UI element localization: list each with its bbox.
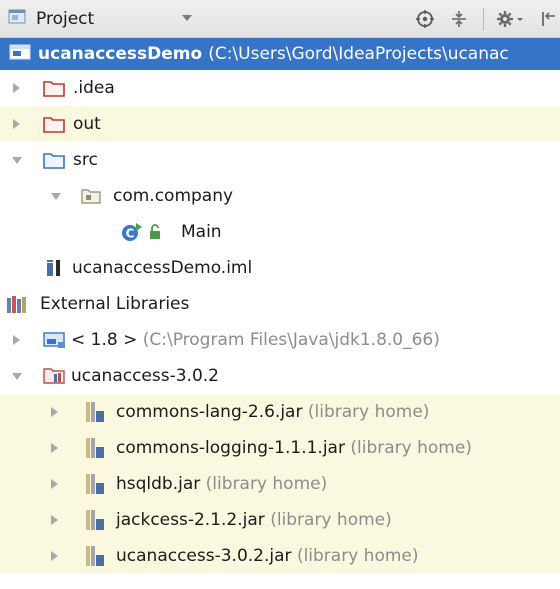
tree-node-label: ucanaccess-3.0.2: [71, 366, 219, 386]
tree-node-label: src: [73, 150, 98, 170]
libraries-icon: [6, 294, 32, 314]
module-icon: [9, 44, 31, 65]
jar-icon: [85, 473, 109, 495]
tree-node-label: Main: [181, 222, 222, 242]
tree-node-suffix: (C:\Program Files\Java\jdk1.8.0_66): [142, 330, 440, 350]
tree-node-main[interactable]: C Main: [0, 214, 560, 250]
project-tree: .idea out src com.company C Main ucanacc…: [0, 70, 560, 574]
hide-panel-icon[interactable]: [536, 7, 560, 31]
jar-icon: [85, 545, 109, 567]
expand-arrow-icon[interactable]: [51, 443, 58, 453]
tree-node-label: jackcess-2.1.2.jar: [116, 510, 265, 530]
tree-node-label: .idea: [73, 78, 115, 98]
folder-icon: [43, 115, 65, 133]
library-icon: [43, 367, 67, 385]
tree-node-label-group: commons-lang-2.6.jar (library home): [116, 402, 429, 422]
expand-arrow-icon[interactable]: [51, 515, 58, 525]
expand-arrow-icon[interactable]: [51, 407, 58, 417]
module-name: ucanaccessDemo: [38, 44, 203, 64]
collapse-arrow-icon[interactable]: [51, 192, 61, 200]
collapse-arrow-icon[interactable]: [12, 156, 22, 164]
jdk-icon: [43, 331, 67, 349]
tree-node-label: External Libraries: [40, 294, 190, 314]
tree-node-label-group: ucanaccess-3.0.2.jar (library home): [116, 546, 419, 566]
expand-arrow-icon[interactable]: [51, 479, 58, 489]
tree-node-jar[interactable]: hsqldb.jar (library home): [0, 466, 560, 502]
tree-node-idea[interactable]: .idea: [0, 70, 560, 106]
expand-arrow-icon[interactable]: [13, 119, 20, 129]
tree-node-suffix: (library home): [205, 474, 328, 494]
iml-file-icon: [46, 259, 66, 277]
tree-node-external-libraries[interactable]: External Libraries: [0, 286, 560, 322]
collapse-arrow-icon[interactable]: [12, 372, 22, 380]
source-folder-icon: [43, 151, 65, 169]
tree-node-jar[interactable]: commons-lang-2.6.jar (library home): [0, 394, 560, 430]
tree-node-label: out: [73, 114, 101, 134]
tree-node-label: ucanaccess-3.0.2.jar: [116, 546, 292, 566]
tree-node-label-group: jackcess-2.1.2.jar (library home): [116, 510, 392, 530]
tree-node-jar[interactable]: commons-logging-1.1.1.jar (library home): [0, 430, 560, 466]
tree-node-label: commons-lang-2.6.jar: [116, 402, 303, 422]
tree-node-iml[interactable]: ucanaccessDemo.iml: [0, 250, 560, 286]
expand-arrow-icon[interactable]: [51, 551, 58, 561]
tree-node-out[interactable]: out: [0, 106, 560, 142]
tree-node-suffix: (library home): [296, 546, 419, 566]
expand-arrow-icon[interactable]: [13, 335, 20, 345]
jar-icon: [85, 437, 109, 459]
tree-node-jar[interactable]: jackcess-2.1.2.jar (library home): [0, 502, 560, 538]
package-icon: [81, 188, 101, 204]
toolbar-separator: [483, 8, 484, 30]
tree-node-ucanaccess-library[interactable]: ucanaccess-3.0.2: [0, 358, 560, 394]
tree-node-label-group: commons-logging-1.1.1.jar (library home): [116, 438, 472, 458]
module-path: (C:\Users\Gord\IdeaProjects\ucanac: [208, 44, 509, 64]
settings-icon[interactable]: [494, 7, 526, 31]
tree-node-src[interactable]: src: [0, 142, 560, 178]
project-toolbar: Project: [0, 0, 560, 38]
collapse-all-icon[interactable]: [447, 7, 471, 31]
jar-icon: [85, 401, 109, 423]
tree-node-suffix: (library home): [350, 438, 472, 458]
tree-node-label: hsqldb.jar: [116, 474, 201, 494]
tree-node-jar[interactable]: ucanaccess-3.0.2.jar (library home): [0, 538, 560, 574]
project-view-icon: [8, 8, 26, 29]
tree-node-label: < 1.8 >: [71, 330, 138, 350]
tree-node-label: com.company: [113, 186, 234, 206]
tree-node-com-company[interactable]: com.company: [0, 178, 560, 214]
class-icon: C: [120, 221, 144, 243]
view-selector-dropdown[interactable]: Project: [8, 5, 198, 32]
access-modifier-icon: [148, 224, 162, 240]
tree-node-label-group: < 1.8 > (C:\Program Files\Java\jdk1.8.0_…: [71, 330, 440, 350]
tree-root-module[interactable]: ucanaccessDemo (C:\Users\Gord\IdeaProjec…: [0, 38, 560, 70]
tree-node-label: ucanaccessDemo.iml: [72, 258, 253, 278]
expand-arrow-icon[interactable]: [13, 83, 20, 93]
view-selector-label: Project: [36, 8, 95, 29]
tree-node-suffix: (library home): [307, 402, 430, 422]
folder-icon: [43, 79, 65, 97]
tree-node-label-group: hsqldb.jar (library home): [116, 474, 327, 494]
svg-text:C: C: [126, 227, 135, 241]
tree-node-label: commons-logging-1.1.1.jar: [116, 438, 345, 458]
chevron-down-icon: [182, 15, 192, 21]
locate-icon[interactable]: [413, 7, 437, 31]
jar-icon: [85, 509, 109, 531]
tree-node-jdk[interactable]: < 1.8 > (C:\Program Files\Java\jdk1.8.0_…: [0, 322, 560, 358]
tree-node-suffix: (library home): [270, 510, 392, 530]
